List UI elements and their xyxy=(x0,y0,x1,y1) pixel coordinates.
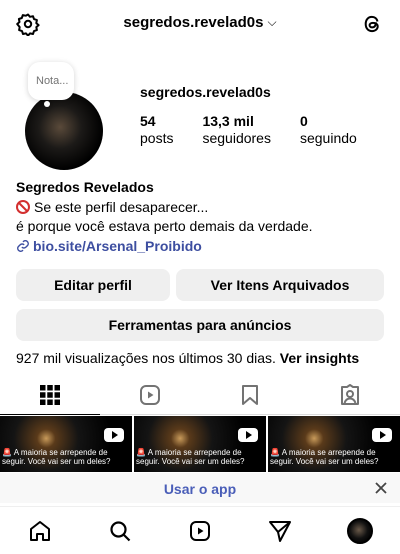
stat-label: posts xyxy=(140,130,174,146)
tab-saved[interactable] xyxy=(200,375,300,414)
profile-avatar[interactable] xyxy=(25,92,103,170)
play-icon xyxy=(372,428,392,442)
post-grid: 🚨 A maioria se arrepende de seguir. Você… xyxy=(0,416,400,472)
reels-icon xyxy=(190,520,210,541)
bio-link-text: bio.site/Arsenal_Proibido xyxy=(33,238,202,254)
stat-value: 0 xyxy=(299,113,308,129)
bio-line-1: Se este perfil desaparecer... xyxy=(16,198,386,216)
nav-home[interactable] xyxy=(0,507,80,554)
bio: Segredos Revelados Se este perfil desapa… xyxy=(16,178,386,255)
account-switcher[interactable]: segredos.revelad0s ⌵ xyxy=(0,14,400,31)
view-insights-link[interactable]: Ver insights xyxy=(280,350,359,366)
grid-icon xyxy=(40,384,60,405)
tab-tagged[interactable] xyxy=(300,375,400,414)
search-icon xyxy=(110,520,131,541)
threads-icon[interactable] xyxy=(360,12,384,36)
close-icon[interactable] xyxy=(372,479,390,497)
stat-posts[interactable]: 54 posts xyxy=(140,113,173,147)
stat-following[interactable]: 0 seguindo xyxy=(300,113,357,147)
note-bubble[interactable]: Nota... xyxy=(28,62,74,100)
header-username: segredos.revelad0s xyxy=(123,14,264,31)
full-name: Segredos Revelados xyxy=(16,179,154,195)
profile-tabs xyxy=(0,375,400,415)
stat-value: 13,3 mil xyxy=(202,113,254,129)
view-archive-button[interactable]: Ver Itens Arquivados xyxy=(176,269,384,301)
stat-label: seguindo xyxy=(299,130,357,146)
stat-followers[interactable]: 13,3 mil seguidores xyxy=(202,113,271,147)
nav-reels[interactable] xyxy=(160,507,240,554)
bookmark-icon xyxy=(242,384,258,405)
bio-line-2: é porque você estava perto demais da ver… xyxy=(16,218,313,234)
ad-tools-button[interactable]: Ferramentas para anúncios xyxy=(16,309,384,341)
bottom-nav xyxy=(0,506,400,554)
post-thumbnail[interactable]: 🚨 A maioria se arrepende de seguir. Você… xyxy=(134,416,266,472)
edit-profile-button[interactable]: Editar perfil xyxy=(16,269,170,301)
send-icon xyxy=(269,520,291,542)
open-app-link[interactable]: Usar o app xyxy=(0,481,400,497)
play-icon xyxy=(104,428,124,442)
bio-link[interactable]: bio.site/Arsenal_Proibido xyxy=(16,237,386,255)
post-caption: 🚨 A maioria se arrepende de seguir. Você… xyxy=(2,448,111,466)
post-thumbnail[interactable]: 🚨 A maioria se arrepende de seguir. Você… xyxy=(0,416,132,472)
stat-value: 54 xyxy=(140,113,156,129)
nav-messages[interactable] xyxy=(240,507,320,554)
tab-reels[interactable] xyxy=(100,375,200,414)
post-thumbnail[interactable]: 🚨 A maioria se arrepende de seguir. Você… xyxy=(268,416,400,472)
profile-stats: 54 posts 13,3 mil seguidores 0 seguindo xyxy=(140,113,386,147)
reels-icon xyxy=(140,384,160,405)
play-icon xyxy=(238,428,258,442)
bio-line-1-text: Se este perfil desaparecer... xyxy=(34,199,209,215)
note-bubble-tail xyxy=(44,101,50,107)
profile-avatar-small xyxy=(347,517,373,544)
insights-text: 927 mil visualizações nos últimos 30 dia… xyxy=(16,350,276,366)
tab-posts[interactable] xyxy=(0,375,100,415)
open-app-banner: Usar o app xyxy=(0,473,400,503)
profile-username: segredos.revelad0s xyxy=(140,84,271,100)
no-entry-icon xyxy=(16,200,30,214)
stat-label: seguidores xyxy=(202,130,271,146)
nav-search[interactable] xyxy=(80,507,160,554)
home-icon xyxy=(30,520,50,541)
post-caption: 🚨 A maioria se arrepende de seguir. Você… xyxy=(136,448,245,466)
tagged-icon xyxy=(341,383,359,405)
chevron-down-icon: ⌵ xyxy=(267,15,277,29)
insights-summary: 927 mil visualizações nos últimos 30 dia… xyxy=(16,350,359,366)
nav-profile[interactable] xyxy=(320,507,400,554)
link-icon xyxy=(17,240,29,252)
note-text: Nota... xyxy=(36,75,69,87)
top-bar: segredos.revelad0s ⌵ xyxy=(0,0,400,48)
post-caption: 🚨 A maioria se arrepende de seguir. Você… xyxy=(270,448,379,466)
